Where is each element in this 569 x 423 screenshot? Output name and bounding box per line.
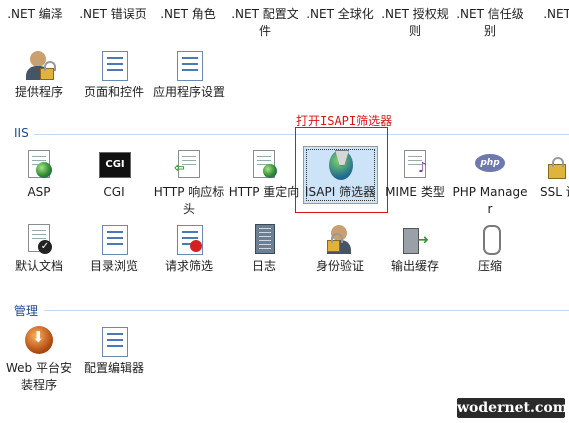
app-settings-icon [172, 48, 206, 82]
feature-label: CGI [103, 185, 125, 199]
section-header-management: 管理 [14, 304, 39, 318]
feature-authentication[interactable]: 身份验证 [301, 222, 379, 275]
feature-label: 输出缓存 [390, 259, 439, 273]
feature-configuration-editor[interactable]: 配置编辑器 [75, 324, 153, 377]
feature-php-manager[interactable]: php PHP Manager [451, 148, 529, 218]
php-manager-icon: php [473, 148, 507, 182]
feature-label: .NET 错误页 [79, 7, 147, 21]
feature-web-platform-installer[interactable]: Web 平台安装程序 [0, 324, 78, 394]
feature-http-redirect[interactable]: HTTP 重定向 [225, 148, 303, 201]
feature-label: HTTP 响应标头 [153, 185, 225, 216]
feature-net-error-pages[interactable]: .NET 错误页 [74, 6, 152, 23]
feature-label: MIME 类型 [385, 185, 445, 199]
authentication-icon [323, 222, 357, 256]
feature-default-document[interactable]: ✓ 默认文档 [0, 222, 78, 275]
feature-label: 提供程序 [14, 85, 63, 99]
feature-label: .NET 角色 [160, 7, 216, 21]
default-document-icon: ✓ [22, 222, 56, 256]
feature-directory-browsing[interactable]: 目录浏览 [75, 222, 153, 275]
output-caching-icon: ➜ [398, 222, 432, 256]
feature-label: 配置编辑器 [83, 361, 144, 375]
provider-person-icon [22, 48, 56, 82]
isapi-filters-icon [323, 148, 357, 182]
feature-label: .NET 编泽 [7, 7, 63, 21]
feature-net-globalization[interactable]: .NET 全球化 [301, 6, 379, 23]
ssl-settings-icon [540, 148, 569, 182]
feature-label: HTTP 重定向 [228, 185, 300, 199]
feature-label: .NET 配置文件 [231, 7, 299, 38]
feature-label: 应用程序设置 [152, 85, 225, 99]
feature-label: 日志 [251, 259, 276, 273]
pages-controls-icon [97, 48, 131, 82]
feature-label: 压缩 [477, 259, 502, 273]
feature-mime-types[interactable]: ♪ MIME 类型 [376, 148, 454, 201]
section-header-iis: IIS [14, 126, 29, 140]
feature-net-authorization[interactable]: .NET 授权规则 [376, 6, 454, 40]
feature-label: 身份验证 [315, 259, 364, 273]
web-platform-installer-icon [22, 324, 56, 358]
feature-label: SSL 设 [540, 185, 569, 199]
feature-pages-and-controls[interactable]: 页面和控件 [75, 48, 153, 101]
feature-cgi[interactable]: CGI CGI [75, 148, 153, 201]
http-redirect-icon [247, 148, 281, 182]
feature-ssl-settings[interactable]: SSL 设 [526, 148, 569, 201]
feature-http-response-headers[interactable]: ⇦ HTTP 响应标头 [150, 148, 228, 218]
feature-label: .NET 胍 [543, 7, 569, 21]
watermark: wodernet.com [457, 398, 568, 418]
feature-isapi-filters[interactable]: ISAPI 筛选器 [301, 148, 379, 201]
directory-browsing-icon [97, 222, 131, 256]
feature-label: .NET 授权规则 [381, 7, 449, 38]
feature-compression[interactable]: 压缩 [451, 222, 529, 275]
feature-label: 请求筛选 [164, 259, 213, 273]
mime-types-icon: ♪ [398, 148, 432, 182]
feature-net-compilation[interactable]: .NET 编泽 [0, 6, 74, 23]
logging-icon [247, 222, 281, 256]
feature-logging[interactable]: 日志 [225, 222, 303, 275]
feature-request-filtering[interactable]: 请求筛选 [150, 222, 228, 275]
feature-net-cutoff[interactable]: .NET 胍 [526, 6, 569, 23]
request-filtering-icon [172, 222, 206, 256]
feature-asp[interactable]: ASP [0, 148, 78, 201]
feature-application-settings[interactable]: 应用程序设置 [150, 48, 228, 101]
feature-label: 默认文档 [14, 259, 63, 273]
feature-label: .NET 全球化 [306, 7, 374, 21]
feature-output-caching[interactable]: ➜ 输出缓存 [376, 222, 454, 275]
cgi-icon: CGI [97, 148, 131, 182]
http-response-headers-icon: ⇦ [172, 148, 206, 182]
compression-icon [473, 222, 507, 256]
feature-providers[interactable]: 提供程序 [0, 48, 78, 101]
feature-label: 目录浏览 [89, 259, 138, 273]
feature-label: PHP Manager [452, 185, 528, 216]
feature-label: Web 平台安装程序 [6, 361, 72, 392]
feature-net-trust-levels[interactable]: .NET 信任级别 [451, 6, 529, 40]
configuration-editor-icon [97, 324, 131, 358]
feature-label: .NET 信任级别 [456, 7, 524, 38]
annotation-text: 打开ISAPI筛选器 [296, 114, 393, 128]
feature-label: 页面和控件 [83, 85, 144, 99]
feature-net-profile[interactable]: .NET 配置文件 [226, 6, 304, 40]
feature-label: ASP [27, 185, 51, 199]
feature-label: ISAPI 筛选器 [304, 185, 376, 199]
feature-net-roles[interactable]: .NET 角色 [149, 6, 227, 23]
asp-icon [22, 148, 56, 182]
section-divider [44, 310, 569, 311]
